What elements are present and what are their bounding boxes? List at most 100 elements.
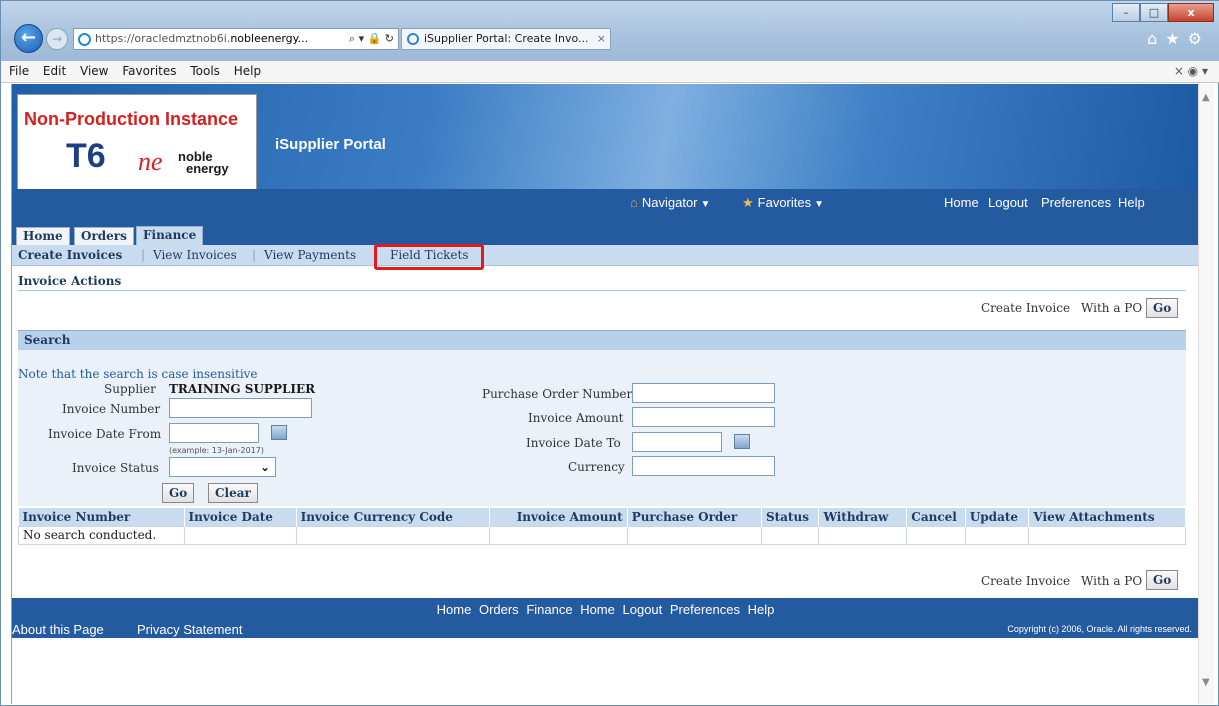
minimize-button[interactable]: – [1112, 3, 1140, 22]
caret-down-icon: ▼ [700, 199, 711, 210]
window-controls: – □ x [1112, 3, 1214, 22]
close-window-button[interactable]: x [1168, 3, 1214, 22]
search-go-button[interactable]: Go [162, 483, 195, 503]
subtab-separator: | [141, 248, 146, 262]
table-cell [183, 525, 297, 545]
supplier-value: TRAINING SUPPLIER [169, 382, 316, 396]
about-page-link[interactable]: About this Page [12, 622, 104, 637]
footer-link-help[interactable]: Help [748, 602, 775, 617]
global-link-home[interactable]: Home [944, 195, 979, 210]
browser-tab[interactable]: iSupplier Portal: Create Invo... × [401, 28, 611, 50]
tab-close-icon[interactable]: × [597, 29, 606, 49]
forward-button[interactable]: → [46, 28, 68, 50]
menubar-right-icons[interactable]: × ◉ ▾ [1174, 61, 1208, 82]
menu-view[interactable]: View [80, 64, 108, 78]
invoice-date-from-input[interactable] [169, 423, 259, 443]
menu-help[interactable]: Help [234, 64, 261, 78]
invoice-amount-input[interactable] [632, 407, 775, 427]
address-bar[interactable]: https://oracledmztnob6i.nobleenergy... ⌕… [73, 28, 399, 50]
footer-link-home-2[interactable]: Home [580, 602, 615, 617]
search-clear-button[interactable]: Clear [208, 483, 258, 503]
tab-orders[interactable]: Orders [74, 227, 134, 246]
browser-window: – □ x ← → https://oracledmztnob6i.noblee… [0, 0, 1219, 706]
column-header[interactable]: Invoice Currency Code [296, 508, 491, 526]
subtab-view-payments[interactable]: View Payments [264, 248, 356, 262]
column-header[interactable]: View Attachments [1028, 508, 1186, 526]
column-header[interactable]: Withdraw [818, 508, 908, 526]
menu-tools[interactable]: Tools [190, 64, 220, 78]
calendar-icon[interactable] [271, 425, 287, 440]
portal-banner: Non-Production Instance T6 ne noble ener… [12, 84, 1198, 190]
finance-subtabs: Create Invoices | View Invoices | View P… [12, 245, 1198, 266]
currency-input[interactable] [632, 456, 775, 476]
menu-edit[interactable]: Edit [43, 64, 66, 78]
calendar-icon[interactable] [734, 434, 750, 449]
create-invoice-label: Create Invoice [981, 301, 1071, 315]
table-cell [1028, 525, 1186, 545]
address-prefix: https://oracledmztnob6i. [95, 32, 231, 45]
footer-link-orders[interactable]: Orders [479, 602, 519, 617]
caret-down-icon: ▼ [814, 199, 825, 210]
favorites-label: Favorites [757, 195, 812, 210]
ie-tab-icon [407, 33, 419, 45]
global-link-help[interactable]: Help [1118, 195, 1145, 210]
po-number-label: Purchase Order Number [482, 387, 633, 401]
invoice-status-select[interactable]: ⌄ [169, 457, 276, 477]
results-table: Invoice Number Invoice Date Invoice Curr… [18, 508, 1186, 545]
invoice-date-from-label: Invoice Date From [48, 427, 162, 441]
column-header[interactable]: Status [761, 508, 820, 526]
footer-links: Home Orders Finance Home Logout Preferen… [12, 602, 1198, 617]
favorites-icon: ★ [742, 195, 754, 210]
scroll-up-icon[interactable]: ▲ [1202, 92, 1210, 103]
privacy-statement-link[interactable]: Privacy Statement [137, 622, 243, 637]
create-invoice-go-button-bottom[interactable]: Go [1146, 570, 1179, 590]
tab-home[interactable]: Home [16, 227, 70, 246]
tab-finance[interactable]: Finance [136, 226, 204, 246]
create-invoice-go-button[interactable]: Go [1146, 298, 1179, 318]
invoice-date-to-input[interactable] [632, 432, 722, 452]
navigator-menu[interactable]: ⌂ Navigator ▼ [630, 195, 710, 210]
browser-titlebar: – □ x ← → https://oracledmztnob6i.noblee… [1, 1, 1219, 61]
with-po-label-bottom: With a PO [1081, 574, 1143, 588]
instance-logo: Non-Production Instance T6 ne noble ener… [17, 94, 257, 190]
subtab-view-invoices[interactable]: View Invoices [153, 248, 237, 262]
global-link-logout[interactable]: Logout [988, 195, 1028, 210]
address-host: nobleenergy... [230, 32, 309, 45]
footer-link-home[interactable]: Home [437, 602, 472, 617]
footer-link-logout[interactable]: Logout [623, 602, 663, 617]
po-number-input[interactable] [632, 383, 775, 403]
portal-title: iSupplier Portal [275, 136, 386, 153]
invoice-actions-title: Invoice Actions [18, 274, 122, 288]
instance-id: T6 [66, 137, 106, 175]
invoice-number-input[interactable] [169, 398, 312, 418]
footer-link-finance[interactable]: Finance [526, 602, 572, 617]
page-scrollbar[interactable]: ▲ ▼ [1198, 84, 1214, 704]
maximize-button[interactable]: □ [1140, 3, 1168, 22]
address-tools-icon[interactable]: ⌕ ▾ 🔒 ↻ [349, 29, 394, 49]
table-cell [818, 525, 908, 545]
non-production-label: Non-Production Instance [24, 109, 239, 129]
field-tickets-highlight [374, 244, 484, 270]
home-star-gear-icons[interactable]: ⌂★⚙ [1147, 29, 1210, 48]
search-header: Search [18, 330, 1186, 350]
invoice-number-label: Invoice Number [62, 402, 161, 416]
column-header[interactable]: Cancel [906, 508, 966, 526]
browser-menubar: File Edit View Favorites Tools Help × ◉ … [1, 61, 1219, 83]
column-header[interactable]: Purchase Order [627, 508, 762, 526]
menu-favorites[interactable]: Favorites [122, 64, 176, 78]
footer-link-preferences[interactable]: Preferences [670, 602, 740, 617]
invoice-status-label: Invoice Status [72, 461, 159, 475]
column-header[interactable]: Invoice Amount [489, 508, 628, 526]
menu-file[interactable]: File [9, 64, 29, 78]
subtab-create-invoices[interactable]: Create Invoices [18, 248, 122, 262]
back-button[interactable]: ← [14, 24, 43, 53]
section-divider [18, 290, 1186, 291]
column-header[interactable]: Invoice Date [184, 508, 297, 526]
favorites-menu[interactable]: ★ Favorites ▼ [742, 195, 824, 211]
table-cell [626, 525, 762, 545]
column-header[interactable]: Update [965, 508, 1030, 526]
global-link-preferences[interactable]: Preferences [1041, 195, 1111, 210]
scroll-down-icon[interactable]: ▼ [1202, 677, 1210, 688]
ie-icon [78, 33, 91, 46]
column-header[interactable]: Invoice Number [18, 508, 185, 526]
